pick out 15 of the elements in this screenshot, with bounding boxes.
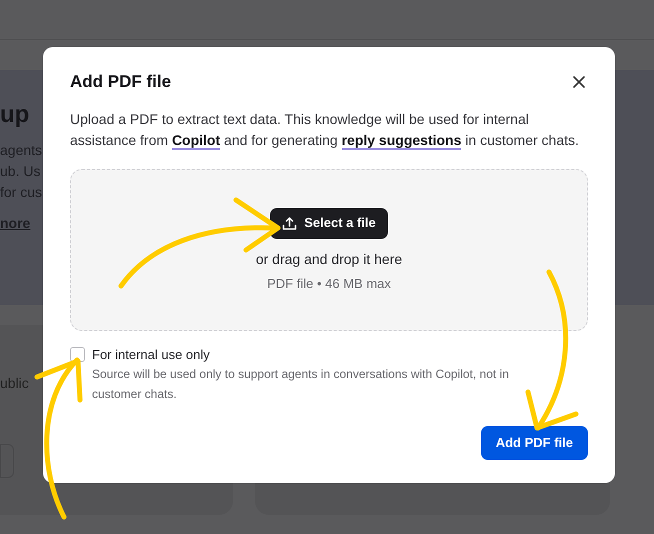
- inline-link[interactable]: reply suggestions: [342, 132, 462, 150]
- file-limits: PDF file • 46 MB max: [267, 274, 391, 292]
- dialog-title: Add PDF file: [70, 71, 172, 93]
- banner-heading: up: [0, 100, 30, 130]
- checkbox-label: For internal use only: [92, 346, 211, 364]
- add-pdf-button[interactable]: Add PDF file: [480, 426, 588, 460]
- checkbox[interactable]: [70, 346, 85, 362]
- select-file-button[interactable]: Select a file: [270, 208, 388, 238]
- drop-hint: or drag and drop it here: [256, 250, 402, 269]
- inline-link[interactable]: Copilot: [172, 132, 220, 150]
- checkbox-help: Source will be used only to support agents in conversations with Copilot, not in customer chats.: [92, 366, 510, 402]
- upload-icon: [282, 216, 298, 230]
- dialog-description: Upload a PDF to extract text data. This knowledge will be used for internal assistance from Copilot and for generating reply suggestions in customer chats.: [70, 110, 580, 150]
- drop-zone[interactable]: Select a file or drag and drop it here PDF file • 46 MB max: [70, 168, 588, 330]
- close-icon[interactable]: [572, 74, 586, 89]
